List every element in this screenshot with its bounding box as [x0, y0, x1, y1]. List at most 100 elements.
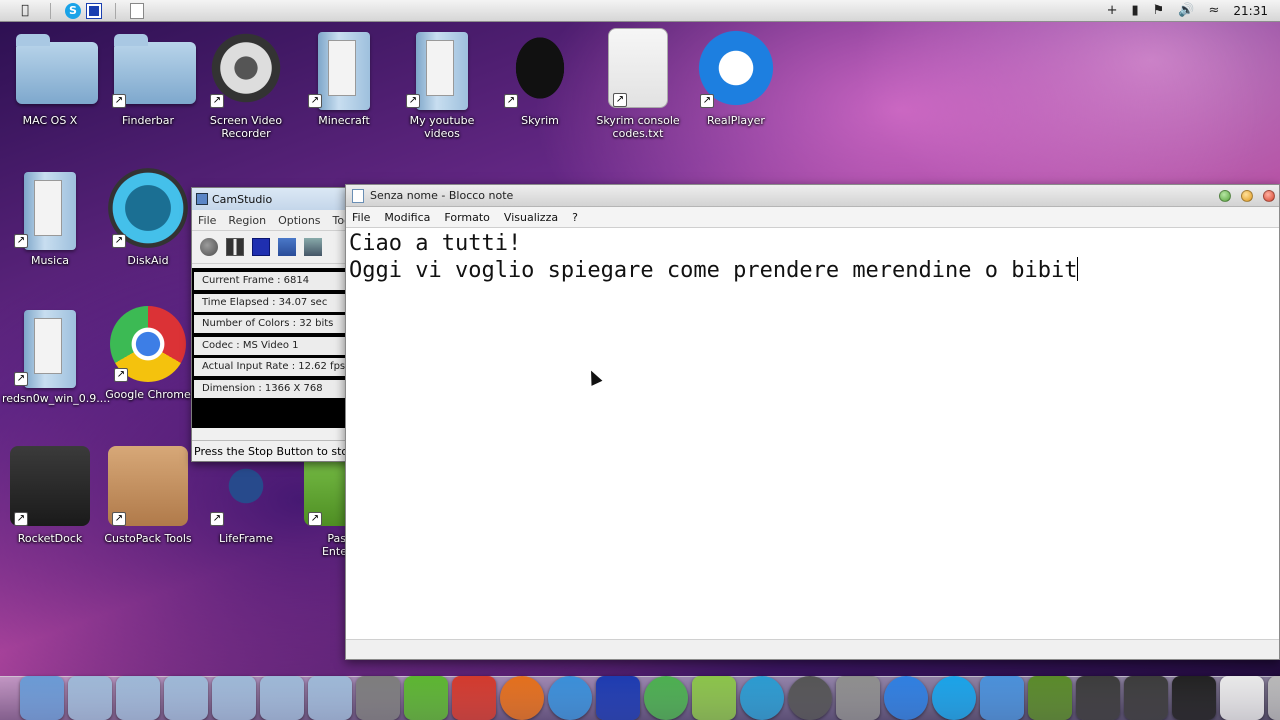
- notepad-title: Senza nome - Blocco note: [370, 189, 514, 202]
- desktop-icon[interactable]: ↗ Musica: [2, 168, 98, 267]
- window-controls: [1219, 189, 1279, 202]
- shortcut-arrow-icon: ↗: [14, 372, 28, 386]
- game-icon[interactable]: [452, 676, 496, 720]
- stack-icon[interactable]: [68, 676, 112, 720]
- thunder-icon[interactable]: [884, 676, 928, 720]
- skyrim-icon[interactable]: [1172, 676, 1216, 720]
- desktop-icon[interactable]: ↗ Minecraft: [296, 28, 392, 127]
- shortcut-arrow-icon: ↗: [613, 93, 627, 107]
- notepad-text-area[interactable]: Ciao a tutti! Oggi vi voglio spiegare com…: [346, 229, 1279, 639]
- shortcut-arrow-icon: ↗: [112, 234, 126, 248]
- document-icon[interactable]: [1220, 676, 1264, 720]
- desktop-icon-label: RocketDock: [17, 532, 83, 545]
- shortcut-arrow-icon: ↗: [14, 234, 28, 248]
- camstudio-menu-file[interactable]: File: [198, 214, 216, 227]
- desktop-icon[interactable]: ↗ DiskAid: [100, 168, 196, 267]
- notepad-menu-file[interactable]: File: [352, 211, 370, 224]
- desktop-icon[interactable]: ↗ redsn0w_win_0.9....: [2, 306, 110, 405]
- shortcut-arrow-icon: ↗: [700, 94, 714, 108]
- record-button[interactable]: [200, 238, 218, 256]
- desktop-icon[interactable]: ↗ My youtube videos: [394, 28, 490, 140]
- desktop-icon-label: DiskAid: [127, 254, 169, 267]
- flag-icon[interactable]: ⚑: [1153, 3, 1165, 18]
- utorrent-icon[interactable]: [404, 676, 448, 720]
- clock[interactable]: 21:31: [1233, 4, 1268, 18]
- plus-icon[interactable]: +: [1107, 3, 1118, 18]
- settings-icon[interactable]: [356, 676, 400, 720]
- stat-number-of-colors: Number of Colors : 32 bits: [194, 315, 350, 334]
- pause-button[interactable]: [226, 238, 244, 256]
- maximize-button[interactable]: [1219, 189, 1231, 202]
- imac-icon[interactable]: [20, 676, 64, 720]
- region-button[interactable]: [278, 238, 296, 256]
- trash-icon[interactable]: [1268, 676, 1280, 720]
- text-file-icon: ↗: [608, 28, 668, 108]
- desktop-icon[interactable]: ↗ RealPlayer: [688, 28, 784, 127]
- shortcut-arrow-icon: ↗: [112, 512, 126, 526]
- teamviewer-icon[interactable]: [86, 2, 102, 19]
- skyrim-icon: ↗: [500, 28, 580, 108]
- camstudio-menu-options[interactable]: Options: [278, 214, 320, 227]
- notepad-menu-visualizza[interactable]: Visualizza: [504, 211, 558, 224]
- teamviewer-icon[interactable]: [596, 676, 640, 720]
- fun-icon[interactable]: [836, 676, 880, 720]
- notepad-menu-modifica[interactable]: Modifica: [384, 211, 430, 224]
- notepad-menu-formato[interactable]: Formato: [444, 211, 490, 224]
- desktop-icon[interactable]: ↗ RocketDock: [2, 446, 98, 545]
- apple-icon[interactable]: : [14, 2, 36, 20]
- desktop-icon[interactable]: ↗ Google Chrome: [100, 306, 196, 401]
- desktop-icon-label: Skyrim console codes.txt: [596, 114, 680, 140]
- shortcut-arrow-icon: ↗: [308, 512, 322, 526]
- desktop-icon[interactable]: ↗ Screen Video Recorder: [198, 28, 294, 140]
- usb-icon: ↗: [108, 168, 188, 248]
- finder-icon[interactable]: [980, 676, 1024, 720]
- camstudio-window[interactable]: CamStudio File Region Options Too Curren…: [191, 187, 352, 462]
- music-stack-icon[interactable]: [116, 676, 160, 720]
- folder-stack-icon[interactable]: [260, 676, 304, 720]
- android-icon[interactable]: [692, 676, 736, 720]
- notepad-icon[interactable]: [130, 2, 144, 19]
- desktop-icon-label: LifeFrame: [218, 532, 274, 545]
- cod-icon[interactable]: [1124, 676, 1168, 720]
- skype-icon[interactable]: S: [65, 2, 81, 19]
- desktop-icon[interactable]: ↗ Skyrim console codes.txt: [590, 28, 686, 140]
- text-caret: [1077, 257, 1079, 281]
- shortcut-arrow-icon: ↗: [114, 368, 128, 382]
- desktop-icon[interactable]: ↗ Finderbar: [100, 28, 196, 127]
- options-button[interactable]: [304, 238, 322, 256]
- desktop-icon[interactable]: ↗ Skyrim: [492, 28, 588, 127]
- shortcut-arrow-icon: ↗: [406, 94, 420, 108]
- camstudio-menu-region[interactable]: Region: [228, 214, 266, 227]
- chrome-icon[interactable]: [644, 676, 688, 720]
- notepad-window[interactable]: Senza nome - Blocco note File Modifica F…: [345, 184, 1280, 660]
- usb-icon[interactable]: [740, 676, 784, 720]
- desktop-icon[interactable]: MAC OS X: [2, 28, 98, 127]
- notepad-titlebar[interactable]: Senza nome - Blocco note: [346, 185, 1279, 207]
- firefox-icon[interactable]: [500, 676, 544, 720]
- skype-icon[interactable]: [932, 676, 976, 720]
- desktop-icon-label: My youtube videos: [409, 114, 475, 140]
- battery-icon[interactable]: ▮: [1132, 3, 1139, 18]
- wifi-icon[interactable]: ≈: [1209, 3, 1220, 18]
- desktop-icon-label: Skyrim: [521, 114, 559, 127]
- desktop-icon[interactable]: ↗ CustoPack Tools: [100, 446, 196, 545]
- cod-icon[interactable]: [1076, 676, 1120, 720]
- chrome-icon: ↗: [110, 306, 186, 382]
- stop-button[interactable]: [252, 238, 270, 256]
- minecraft-icon[interactable]: [1028, 676, 1072, 720]
- folder-stack-icon[interactable]: [308, 676, 352, 720]
- notepad-menu-help[interactable]: ?: [572, 211, 578, 224]
- minimize-button[interactable]: [1241, 189, 1253, 202]
- audio-icon[interactable]: [788, 676, 832, 720]
- volume-icon[interactable]: 🔊: [1178, 3, 1194, 18]
- safari-icon[interactable]: [548, 676, 592, 720]
- shortcut-arrow-icon: ↗: [210, 94, 224, 108]
- shortcut-arrow-icon: ↗: [504, 94, 518, 108]
- photo-stack-icon[interactable]: [164, 676, 208, 720]
- camstudio-titlebar[interactable]: CamStudio: [192, 188, 350, 210]
- desktop-icon-label: Minecraft: [318, 114, 370, 127]
- desktop-icon-label: Finderbar: [121, 114, 175, 127]
- folder-stack-icon[interactable]: [212, 676, 256, 720]
- close-button[interactable]: [1263, 189, 1275, 202]
- film-reel-icon: ↗: [206, 28, 286, 108]
